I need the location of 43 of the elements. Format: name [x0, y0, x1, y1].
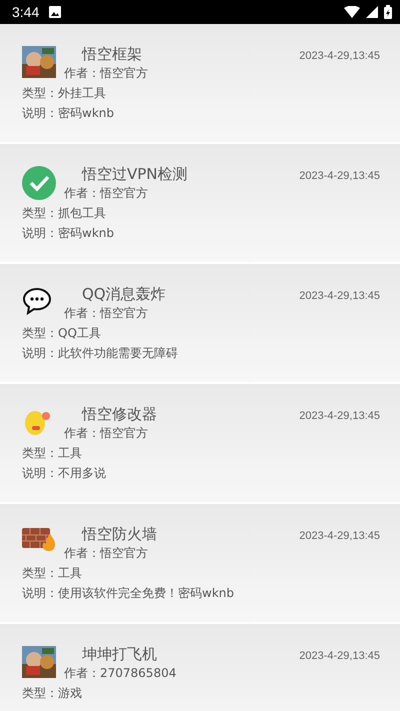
chat-bubble-icon — [22, 286, 52, 316]
app-note: 说明：不用多说 — [22, 464, 107, 482]
app-title: 悟空过VPN检测 — [80, 165, 189, 184]
wifi-icon — [344, 6, 360, 18]
app-type: 类型：QQ工具 — [22, 324, 102, 342]
status-time: 3:44 — [12, 4, 40, 20]
battery-icon — [384, 5, 392, 19]
app-author: 作者：2707865804 — [64, 665, 178, 682]
app-title: 坤坤打飞机 — [81, 645, 158, 664]
app-card[interactable]: 悟空过VPN检测 2023-4-29,13:45 作者：悟空官方 类型：抓包工具 说明：密码wknb — [0, 144, 400, 262]
app-note: 说明：此软件功能需要无障碍 — [22, 344, 179, 362]
firewall-icon — [22, 526, 56, 552]
app-type: 类型：工具 — [22, 444, 83, 462]
app-card[interactable]: 悟空修改器 2023-4-29,13:45 作者：悟空官方 类型：工具 说明：不用多说 — [0, 384, 400, 502]
app-date: 2023-4-29,13:45 — [299, 650, 380, 664]
app-title: 悟空框架 — [80, 45, 143, 64]
app-type: 类型：抓包工具 — [22, 204, 107, 222]
app-date: 2023-4-29,13:45 — [299, 530, 380, 544]
app-author: 作者：悟空官方 — [64, 185, 149, 202]
app-date: 2023-4-29,13:45 — [299, 410, 380, 424]
app-date: 2023-4-29,13:45 — [299, 50, 380, 64]
app-date: 2023-4-29,13:45 — [299, 290, 380, 304]
app-card[interactable]: QQ消息轰炸 2023-4-29,13:45 作者：悟空官方 类型：QQ工具 说明：此软件功能需要无障碍 — [0, 264, 400, 382]
app-type: 类型：工具 — [22, 564, 83, 582]
app-title: 悟空修改器 — [80, 405, 158, 424]
app-card[interactable]: 坤坤打飞机 2023-4-29,13:45 作者：2707865804 类型：游戏 — [0, 624, 400, 711]
app-note: 说明：密码wknb — [22, 104, 115, 122]
check-icon — [22, 166, 56, 200]
app-author: 作者：悟空官方 — [64, 305, 149, 322]
app-note: 说明：密码wknb — [22, 224, 115, 242]
app-note: 说明：使用该软件完全免费！密码wknb — [22, 584, 235, 602]
app-author: 作者：悟空官方 — [64, 425, 149, 442]
signal-icon — [366, 6, 378, 18]
app-card[interactable]: 悟空框架 2023-4-29,13:45 作者：悟空官方 类型：外挂工具 说明：密码wknb — [0, 24, 400, 142]
app-type: 类型：游戏 — [22, 684, 83, 702]
app-title: 悟空防火墙 — [80, 525, 158, 544]
image-icon — [49, 6, 62, 18]
app-type: 类型：外挂工具 — [22, 84, 107, 102]
app-date: 2023-4-29,13:45 — [299, 170, 380, 184]
app-card[interactable]: 悟空防火墙 2023-4-29,13:45 作者：悟空官方 类型：工具 说明：使用该软件完全免费！密码wknb — [0, 504, 400, 622]
app-author: 作者：悟空官方 — [64, 65, 149, 82]
app-author: 作者：悟空官方 — [64, 545, 149, 562]
app-title: QQ消息轰炸 — [81, 285, 167, 304]
